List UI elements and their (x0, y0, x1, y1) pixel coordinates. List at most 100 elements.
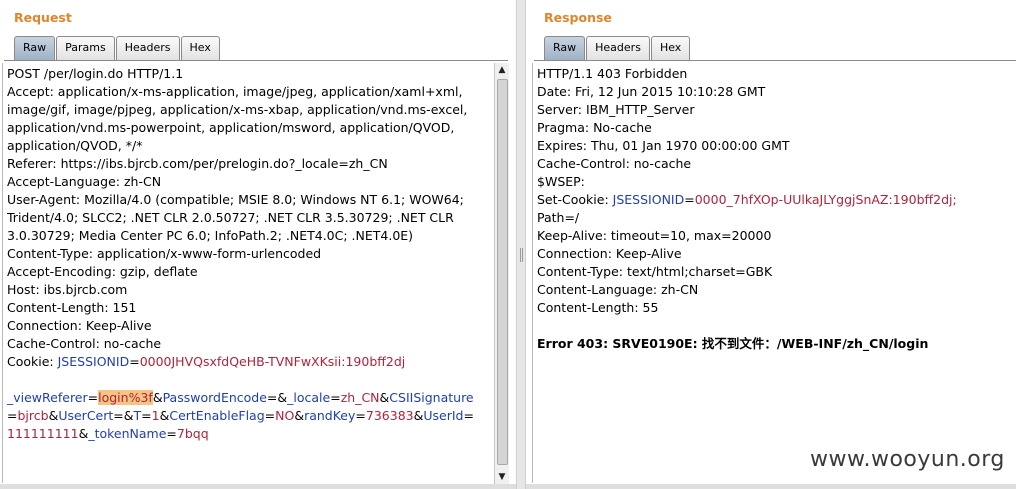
response-line: Pragma: No-cache (537, 120, 652, 135)
param-separator: & (123, 408, 134, 423)
param-value: 111111111 (7, 426, 79, 441)
param-value: 736383 (365, 408, 414, 423)
request-bottom-strip (0, 484, 516, 489)
request-tab-hex[interactable]: Hex (180, 36, 220, 60)
request-line: image/gif, image/pjpeg, application/x-ms… (7, 102, 468, 117)
request-line: User-Agent: Mozilla/4.0 (compatible; MSI… (7, 192, 464, 207)
response-line: Keep-Alive: timeout=10, max=20000 (537, 228, 772, 243)
response-line: Expires: Thu, 01 Jan 1970 00:00:00 GMT (537, 138, 790, 153)
cookie-key: JSESSIONID (57, 354, 130, 369)
param-key: UserCert (58, 408, 114, 423)
request-line: Accept-Language: zh-CN (7, 174, 162, 189)
request-tab-params[interactable]: Params (56, 36, 115, 60)
request-body-line: =bjrcb&UserCert=&T=1&CertEnableFlag=NO&r… (7, 407, 493, 425)
request-tab-underline (4, 60, 508, 61)
request-scrollbar[interactable]: ▲ ▼ (494, 63, 509, 484)
param-equals: = (87, 390, 99, 405)
param-value: 7bqq (176, 426, 209, 441)
param-key: CSIISignature (389, 390, 474, 405)
pane-splitter[interactable] (516, 0, 526, 489)
request-tab-raw[interactable]: Raw (14, 36, 56, 60)
param-value-highlighted: login%3f (98, 390, 153, 405)
param-key: T (133, 408, 142, 423)
request-line: 3.0.30729; Media Center PC 6.0; InfoPath… (7, 228, 414, 243)
response-setcookie-line: Set-Cookie: JSESSIONID=0000_7hfXOp-UUlka… (537, 191, 1015, 209)
param-separator: & (48, 408, 59, 423)
param-separator: & (159, 408, 170, 423)
response-line: $WSEP: (537, 174, 585, 189)
request-line: application/vnd.ms-powerpoint, applicati… (7, 120, 455, 135)
setcookie-equals: = (684, 192, 695, 207)
cookie-prefix: Cookie: (7, 354, 58, 369)
response-tabbar: Raw Headers Hex (544, 36, 691, 61)
scroll-up-arrow-icon[interactable]: ▲ (495, 63, 509, 77)
response-editor[interactable]: HTTP/1.1 403 Forbidden Date: Fri, 12 Jun… (532, 63, 1016, 483)
param-separator: & (294, 408, 305, 423)
request-line: Cache-Control: no-cache (7, 336, 162, 351)
response-tab-hex[interactable]: Hex (650, 36, 691, 60)
response-line: Content-Type: text/html;charset=GBK (537, 264, 773, 279)
request-editor[interactable]: POST /per/login.do HTTP/1.1 Accept: appl… (2, 63, 495, 483)
param-key: _locale (287, 390, 331, 405)
param-key: _viewReferer (7, 390, 88, 405)
request-tabbar: Raw Params Headers Hex (14, 36, 221, 61)
request-line: Referer: https://ibs.bjrcb.com/per/prelo… (7, 156, 388, 171)
response-pane: Response Raw Headers Hex HTTP/1.1 403 Fo… (526, 0, 1016, 489)
param-separator: & (413, 408, 424, 423)
param-separator: & (78, 426, 89, 441)
request-cookie-line: Cookie: JSESSIONID=0000JHVQsxfdQeHB-TVNF… (7, 353, 493, 371)
param-equals: = (355, 408, 366, 423)
response-line: HTTP/1.1 403 Forbidden (537, 66, 688, 81)
splitter-grip-icon[interactable] (520, 248, 523, 262)
response-tab-underline (534, 60, 1016, 61)
param-separator: & (379, 390, 390, 405)
request-line: application/QVOD, */* (7, 138, 143, 153)
response-line: Connection: Keep-Alive (537, 246, 682, 261)
param-equals: = (330, 390, 341, 405)
response-line: Date: Fri, 12 Jun 2015 10:10:28 GMT (537, 84, 766, 99)
request-line: Content-Length: 151 (7, 300, 137, 315)
request-line: Host: ibs.bjrcb.com (7, 282, 128, 297)
response-line: Cache-Control: no-cache (537, 156, 692, 171)
response-tab-headers[interactable]: Headers (586, 36, 650, 60)
param-equals: = (7, 408, 18, 423)
request-line: Connection: Keep-Alive (7, 318, 152, 333)
param-equals: = (266, 390, 278, 405)
response-line: Server: IBM_HTTP_Server (537, 102, 695, 117)
param-value: zh_CN (340, 390, 380, 405)
setcookie-prefix: Set-Cookie: (537, 192, 613, 207)
request-line: Accept-Encoding: gzip, deflate (7, 264, 198, 279)
param-key: UserId (423, 408, 464, 423)
param-equals: = (264, 408, 276, 423)
request-title: Request (14, 10, 72, 25)
param-value: 1 (151, 408, 160, 423)
param-value: bjrcb (17, 408, 49, 423)
request-body-line: 111111111&_tokenName=7bqq (7, 425, 493, 443)
response-title: Response (544, 10, 612, 25)
scroll-down-arrow-icon[interactable]: ▼ (495, 470, 509, 484)
setcookie-key: JSESSIONID (612, 192, 685, 207)
response-tab-raw[interactable]: Raw (544, 36, 586, 60)
request-line: Trident/4.0; SLCC2; .NET CLR 2.0.50727; … (7, 210, 454, 225)
response-error-message: Error 403: SRVE0190E: 找不到文件：/WEB-INF/zh_… (537, 336, 929, 351)
param-key: randKey (304, 408, 356, 423)
request-tab-headers[interactable]: Headers (115, 36, 180, 60)
request-pane: Request Raw Params Headers Hex POST /per… (0, 0, 516, 489)
watermark: www.wooyun.org (810, 447, 1005, 472)
setcookie-value: 0000_7hfXOp-UUlkaJLYggjSnAZ:190bff2dj; (694, 192, 957, 207)
param-key: PasswordEncode (162, 390, 267, 405)
request-line: POST /per/login.do HTTP/1.1 (7, 66, 184, 81)
param-separator: & (277, 390, 288, 405)
param-key: CertEnableFlag (169, 408, 265, 423)
request-line: Accept: application/x-ms-application, im… (7, 84, 463, 99)
param-separator: & (152, 390, 163, 405)
param-key: _tokenName (88, 426, 167, 441)
param-equals: = (113, 408, 124, 423)
param-equals: = (166, 426, 177, 441)
param-value: NO (275, 408, 295, 423)
request-text: POST /per/login.do HTTP/1.1 Accept: appl… (7, 65, 493, 443)
response-text: HTTP/1.1 403 Forbidden Date: Fri, 12 Jun… (537, 65, 1015, 353)
response-line: Content-Language: zh-CN (537, 282, 699, 297)
scroll-thumb[interactable] (497, 79, 508, 465)
